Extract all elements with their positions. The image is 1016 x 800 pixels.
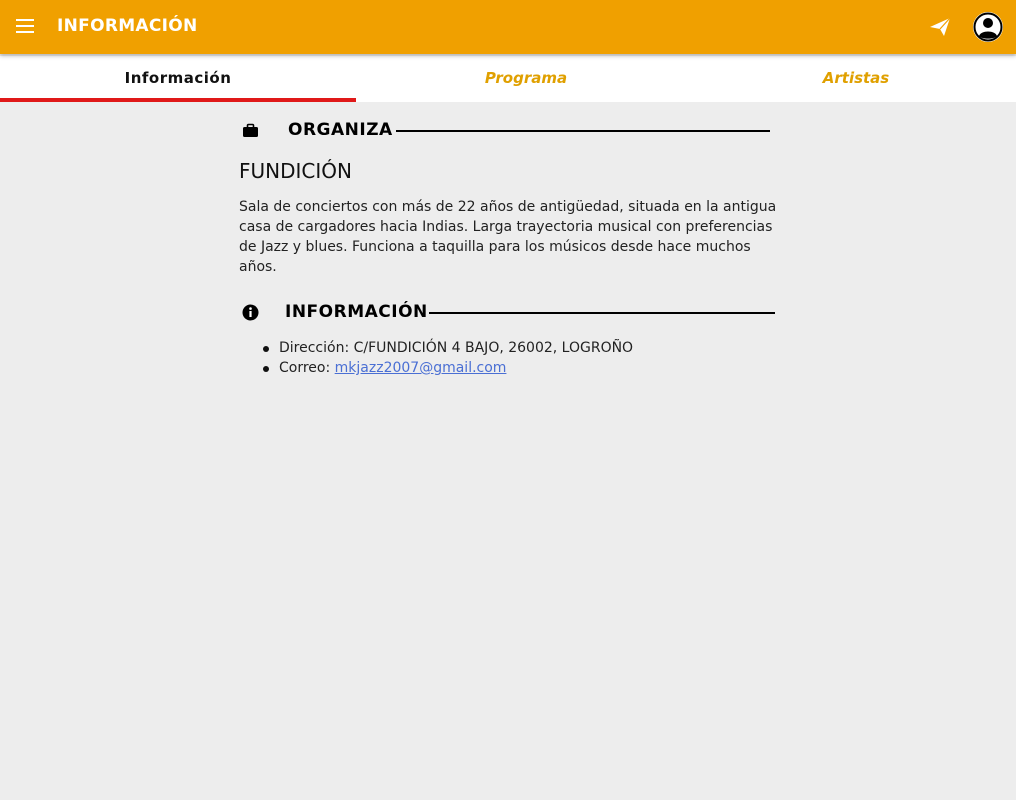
app-bar: INFORMACIÓN	[0, 0, 1016, 54]
info-icon	[242, 304, 259, 321]
section-divider	[429, 312, 775, 314]
briefcase-icon	[242, 122, 259, 139]
info-list: Dirección: C/FUNDICIÓN 4 BAJO, 26002, LO…	[262, 338, 634, 378]
page-title: INFORMACIÓN	[57, 16, 198, 36]
list-item-address: Dirección: C/FUNDICIÓN 4 BAJO, 26002, LO…	[262, 338, 634, 358]
email-label: Correo:	[279, 360, 335, 376]
tab-bar: Información Programa Artistas	[0, 56, 1016, 102]
active-tab-indicator	[0, 98, 356, 102]
organiza-section-header: ORGANIZA	[239, 118, 770, 142]
organiza-heading: ORGANIZA	[288, 120, 393, 140]
send-icon[interactable]	[928, 15, 952, 39]
list-item-email: Correo: mkjazz2007@gmail.com	[262, 358, 633, 378]
menu-icon[interactable]	[16, 19, 36, 35]
organizer-description: Sala de conciertos con más de 22 años de…	[239, 199, 777, 275]
tab-programa[interactable]: Programa	[356, 56, 696, 102]
tab-informacion[interactable]: Información	[0, 56, 356, 102]
address-value: C/FUNDICIÓN 4 BAJO, 26002, LOGROÑO	[353, 340, 634, 356]
tab-artistas[interactable]: Artistas	[696, 56, 1016, 102]
email-link[interactable]: mkjazz2007@gmail.com	[335, 360, 507, 376]
account-icon[interactable]	[972, 11, 1004, 43]
section-divider	[396, 130, 770, 132]
informacion-section-header: INFORMACIÓN	[239, 300, 775, 324]
address-label: Dirección:	[279, 340, 354, 356]
organizer-name: FUNDICIÓN	[239, 159, 352, 183]
informacion-heading: INFORMACIÓN	[285, 302, 428, 322]
